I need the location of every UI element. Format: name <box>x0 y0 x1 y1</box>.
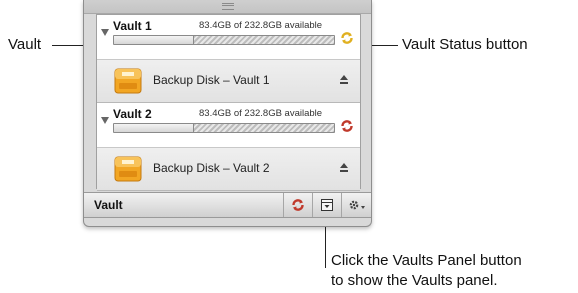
callout-status-label: Vault Status button <box>402 36 528 53</box>
vault-availability: 83.4GB of 232.8GB available <box>199 20 323 31</box>
vault-capacity-used <box>114 124 195 132</box>
vault-bottom-bar: Vault <box>84 192 371 218</box>
vault-row-1[interactable]: Vault 1 83.4GB of 232.8GB available <box>97 15 360 60</box>
vault-capacity-used <box>114 36 195 44</box>
bottom-bar-title: Vault <box>94 198 123 212</box>
callout-panel-line <box>325 222 326 268</box>
gear-menu-icon <box>349 200 365 210</box>
vault-status-button[interactable] <box>340 31 354 45</box>
eject-icon[interactable] <box>339 162 349 174</box>
callout-panel-label-line2: to show the Vaults panel. <box>331 272 498 289</box>
vault-availability: 83.4GB of 232.8GB available <box>199 108 323 119</box>
vaults-panel-button[interactable] <box>312 193 341 217</box>
disclosure-triangle-icon[interactable] <box>101 117 109 124</box>
disk-row-2[interactable]: Backup Disk – Vault 2 <box>97 148 360 191</box>
vault-row-2[interactable]: Vault 2 83.4GB of 232.8GB available <box>97 103 360 148</box>
vault-capacity-bar <box>113 123 335 133</box>
eject-icon[interactable] <box>339 74 349 86</box>
vault-capacity-bar <box>113 35 335 45</box>
vault-status-button[interactable] <box>340 119 354 133</box>
sync-status-icon <box>292 199 304 211</box>
drive-icon <box>114 156 142 182</box>
disk-name: Backup Disk – Vault 1 <box>153 73 270 87</box>
callout-panel-label-line1: Click the Vaults Panel button <box>331 252 522 269</box>
action-menu-button[interactable] <box>341 193 371 217</box>
vaults-panel: Vault 1 83.4GB of 232.8GB available Back… <box>83 0 372 227</box>
drive-icon <box>114 68 142 94</box>
sync-status-button[interactable] <box>283 193 312 217</box>
vaults-panel-icon <box>321 199 333 211</box>
callout-vault-label: Vault <box>8 36 42 53</box>
vault-name: Vault 2 <box>113 107 152 121</box>
disk-name: Backup Disk – Vault 2 <box>153 161 270 175</box>
sync-arrows-icon <box>341 120 353 132</box>
vault-list: Vault 1 83.4GB of 232.8GB available Back… <box>96 14 361 191</box>
sync-arrows-icon <box>341 32 353 44</box>
disclosure-triangle-icon[interactable] <box>101 29 109 36</box>
disk-row-1[interactable]: Backup Disk – Vault 1 <box>97 60 360 103</box>
resize-grip-icon[interactable] <box>222 3 234 10</box>
vault-name: Vault 1 <box>113 19 152 33</box>
panel-resize-strip[interactable] <box>84 0 371 14</box>
